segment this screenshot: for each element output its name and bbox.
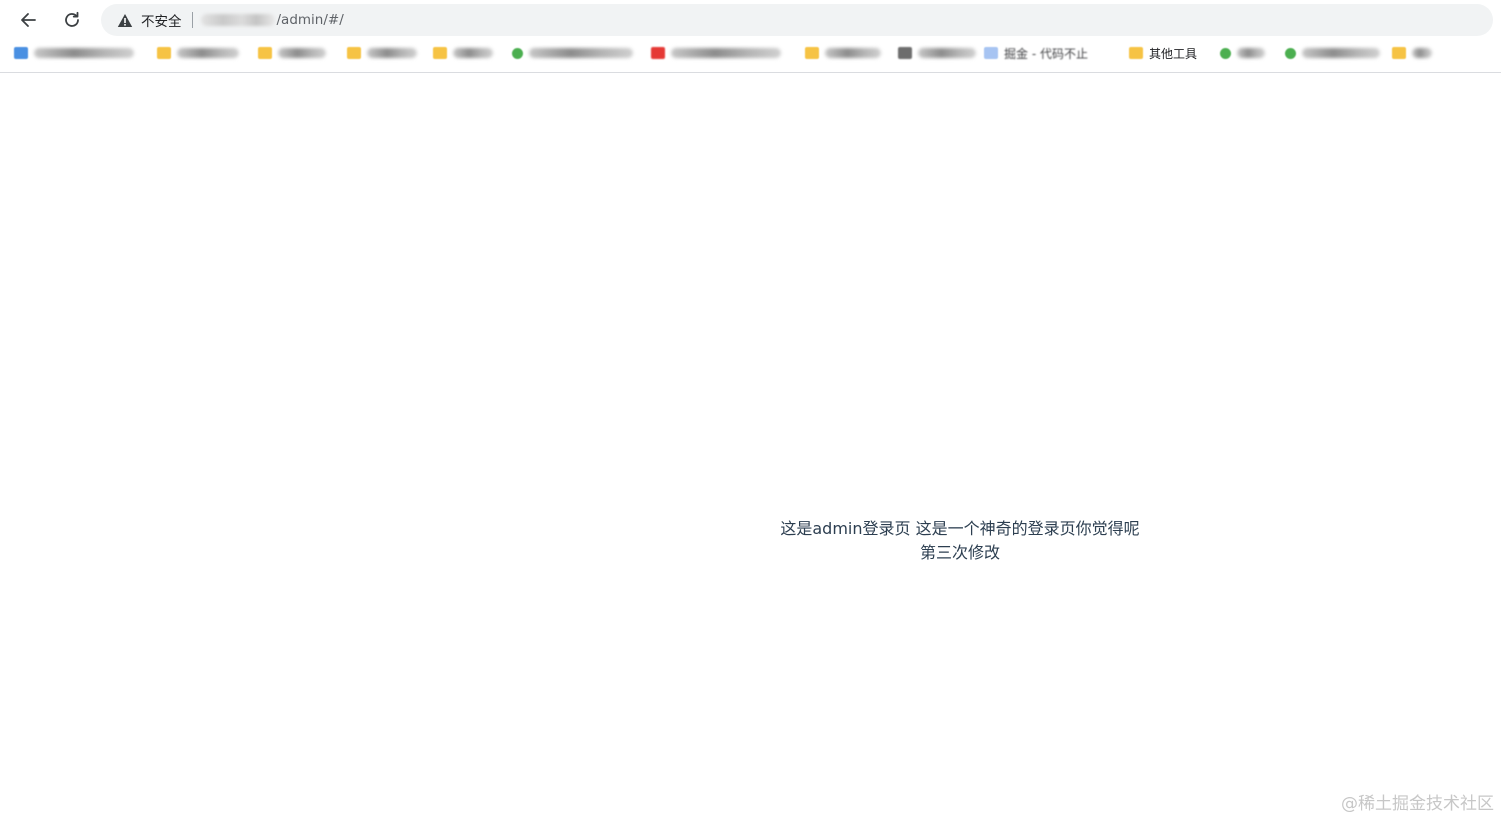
- bookmark-label-blurred: [278, 48, 326, 58]
- bookmark-label-blurred: [529, 48, 633, 58]
- bookmark-folder[interactable]: [433, 43, 493, 63]
- bookmark-item[interactable]: [1285, 43, 1380, 63]
- bookmark-label-blurred: [453, 48, 493, 58]
- reload-icon: [62, 10, 82, 30]
- bookmark-favicon-icon: [1220, 47, 1231, 59]
- folder-icon: [433, 47, 447, 59]
- bookmark-favicon-icon: [898, 47, 912, 59]
- watermark: @稀土掘金技术社区: [1341, 794, 1494, 814]
- folder-icon: [157, 47, 171, 59]
- page-message-line2: 第三次修改: [919, 543, 1000, 562]
- bookmark-juejin[interactable]: 掘金 - 代码不止: [984, 43, 1088, 63]
- bookmark-label-blurred: [367, 48, 417, 58]
- bookmark-favicon-icon: [1285, 47, 1296, 59]
- bookmark-label-blurred: [671, 48, 781, 58]
- bookmark-label-blurred: [918, 48, 976, 58]
- bookmark-label-blurred: [825, 48, 881, 58]
- bookmark-item[interactable]: [512, 43, 633, 63]
- bookmark-label: 掘金 - 代码不止: [1004, 46, 1088, 61]
- bookmark-label-blurred: [1302, 48, 1380, 58]
- folder-icon: [1129, 47, 1143, 59]
- security-indicator[interactable]: 不安全: [117, 10, 201, 30]
- juejin-favicon-icon: [984, 47, 998, 59]
- folder-icon: [347, 47, 361, 59]
- bookmark-folder-tools[interactable]: 其他工具: [1129, 43, 1197, 63]
- bookmark-favicon-icon: [14, 47, 28, 59]
- bookmark-folder[interactable]: [157, 43, 239, 63]
- bookmark-item[interactable]: [1220, 43, 1265, 63]
- page-message: 这是admin登录页 这是一个神奇的登录页你觉得呢 第三次修改: [760, 517, 1160, 565]
- bookmark-label-blurred: [1237, 48, 1265, 58]
- bookmark-label-blurred: [1412, 48, 1432, 58]
- bookmark-item[interactable]: [898, 43, 976, 63]
- folder-icon: [1392, 47, 1406, 59]
- bookmark-item[interactable]: [651, 43, 781, 63]
- folder-icon: [805, 47, 819, 59]
- bookmark-item[interactable]: [14, 43, 134, 63]
- address-bar[interactable]: 不安全 /admin/#/: [101, 4, 1493, 36]
- back-button[interactable]: [13, 5, 43, 35]
- bookmarks-bar: 掘金 - 代码不止 其他工具: [0, 40, 1501, 68]
- url-path: /admin/#/: [276, 12, 344, 28]
- security-label: 不安全: [141, 14, 182, 30]
- arrow-left-icon: [18, 10, 38, 30]
- bookmark-label-blurred: [34, 48, 134, 58]
- bookmark-favicon-icon: [512, 47, 523, 59]
- bookmark-label: 其他工具: [1149, 46, 1198, 61]
- bookmark-folder[interactable]: [347, 43, 417, 63]
- page-content: 这是admin登录页 这是一个神奇的登录页你觉得呢 第三次修改 @稀土掘金技术社…: [0, 73, 1501, 820]
- reload-button[interactable]: [57, 5, 87, 35]
- bookmark-folder[interactable]: [258, 43, 326, 63]
- browser-chrome: 不安全 /admin/#/ 掘金 - 代码不止 其他工具: [0, 0, 1501, 73]
- bookmark-folder[interactable]: [1392, 43, 1432, 63]
- page-message-line1: 这是admin登录页 这是一个神奇的登录页你觉得呢: [780, 519, 1140, 538]
- folder-icon: [258, 47, 272, 59]
- bookmark-label-blurred: [177, 48, 239, 58]
- warning-icon: [117, 13, 133, 28]
- bookmark-folder[interactable]: [805, 43, 881, 63]
- security-separator: [191, 12, 193, 28]
- url-host-blurred: [200, 14, 275, 26]
- bookmark-favicon-icon: [651, 47, 665, 59]
